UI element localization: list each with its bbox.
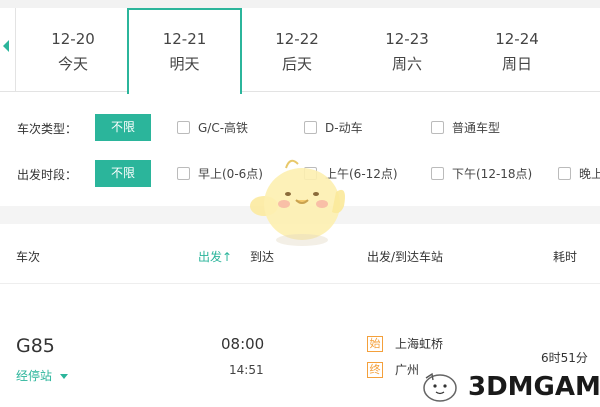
sort-arrive-button[interactable]: 到达 [250,248,274,265]
from-station: 始上海虹桥 [367,335,444,352]
checkbox[interactable] [177,121,190,134]
depart-time: 08:00 [221,335,265,353]
time-option-afternoon[interactable]: 下午(12-18点) [431,165,532,183]
duration: 6时51分 [541,351,588,365]
watermark-text: 3DMGAME [468,372,600,402]
checkbox[interactable] [431,167,444,180]
sort-duration-button[interactable]: 耗时 [553,248,577,265]
checkbox[interactable] [177,167,190,180]
date-tab-tomorrow[interactable]: 12-21 明天 [127,8,242,94]
mascot-logo-icon [423,372,457,402]
date-tab-saturday[interactable]: 12-23 周六 [350,8,464,92]
date-tab-weekday: 后天 [281,55,312,73]
type-option-highspeed[interactable]: G/C-高铁 [177,119,248,137]
checkbox[interactable] [558,167,571,180]
date-tab-weekday: 周六 [391,55,422,73]
date-tab-weekday: 周日 [501,55,532,73]
time-all-button[interactable]: 不限 [95,160,151,187]
type-all-button[interactable]: 不限 [95,114,151,141]
col-stations: 出发/到达车站 [367,250,444,264]
date-tab-sunday[interactable]: 12-24 周日 [460,8,574,92]
stops-label: 经停站 [16,369,53,383]
date-tab-date: 12-20 [51,30,95,48]
train-type-filter: 车次类型： 不限 G/C-高铁 D-动车 普通车型 [0,114,600,142]
train-search-page: 12-20 今天 12-21 明天 12-22 后天 12-23 周六 12-2… [0,0,600,407]
terminal-badge: 终 [367,361,383,378]
date-tab-bar: 12-20 今天 12-21 明天 12-22 后天 12-23 周六 12-2… [0,0,600,94]
col-train: 车次 [16,250,41,264]
train-number: G85 [16,335,55,357]
chick-mascot-icon [250,159,345,246]
chevron-down-icon [60,374,69,379]
date-tab-weekday: 明天 [169,55,200,73]
origin-badge: 始 [367,335,383,352]
time-option-evening[interactable]: 晚上 [558,165,600,183]
date-tab-day-after[interactable]: 12-22 后天 [240,8,354,92]
prev-dates-button[interactable] [0,0,16,92]
filter-label: 出发时段： [17,168,78,182]
filter-label: 车次类型： [17,122,78,136]
top-strip [0,0,600,8]
date-tab-date: 12-24 [495,30,539,48]
arrive-time: 14:51 [229,363,264,377]
checkbox[interactable] [304,121,317,134]
checkbox[interactable] [431,121,444,134]
chevron-left-icon [3,40,9,52]
sort-depart-button[interactable]: 出发↑ [198,248,232,265]
stops-toggle[interactable]: 经停站 [16,367,69,384]
date-tab-date: 12-23 [385,30,429,48]
date-tab-date: 12-22 [275,30,319,48]
date-tab-today[interactable]: 12-20 今天 [16,8,130,92]
date-tab-weekday: 今天 [57,55,88,73]
type-option-emu[interactable]: D-动车 [304,119,363,137]
station-name: 上海虹桥 [395,337,444,351]
type-option-regular[interactable]: 普通车型 [431,119,500,137]
date-tab-date: 12-21 [162,30,207,48]
